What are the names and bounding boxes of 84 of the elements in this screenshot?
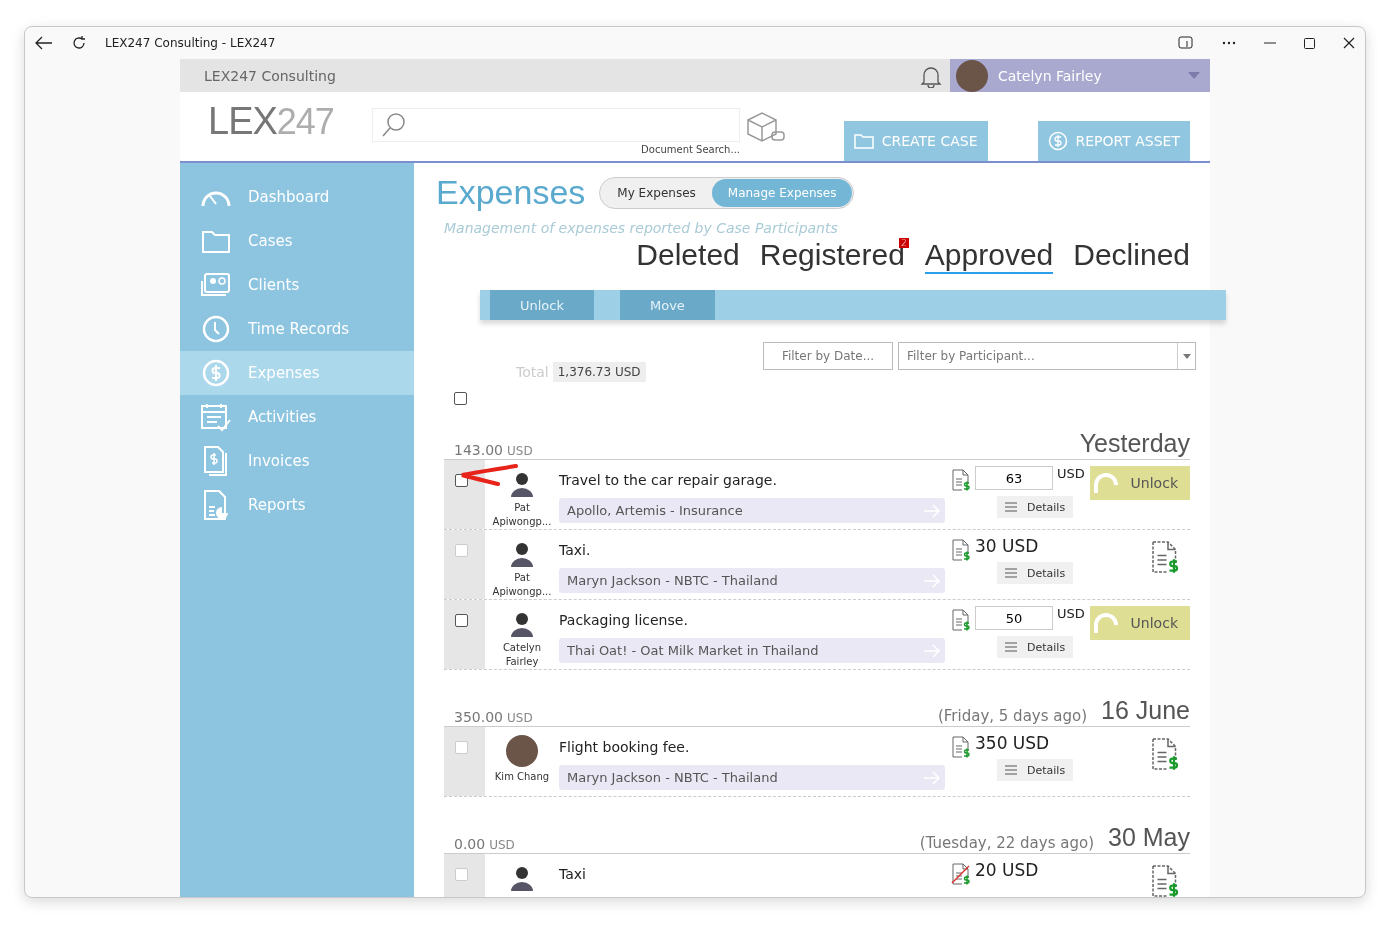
avatar xyxy=(506,735,538,767)
status-tab[interactable]: Approved xyxy=(924,238,1054,274)
invoice-icon xyxy=(202,445,230,477)
maximize-icon[interactable] xyxy=(1304,37,1315,49)
clock-icon xyxy=(201,314,231,344)
group-currency: USD xyxy=(507,444,533,458)
participant-name: Kim Chang xyxy=(494,770,550,784)
menu-icon xyxy=(1005,568,1017,578)
search-icon xyxy=(381,112,407,138)
dollar-icon xyxy=(201,358,231,388)
page-subtitle: Management of expenses reported by Case Participants xyxy=(444,220,839,236)
select-all-checkbox[interactable] xyxy=(454,392,467,405)
avatar xyxy=(956,59,988,92)
unlock-button[interactable]: Unlock xyxy=(1090,606,1190,640)
calendar-icon xyxy=(200,402,232,432)
row-checkbox[interactable] xyxy=(455,614,468,627)
count-badge: 2 xyxy=(899,238,909,248)
relative-date: (Friday, 5 days ago) xyxy=(937,707,1088,725)
close-icon[interactable] xyxy=(1343,37,1355,49)
dollar-icon xyxy=(1047,131,1068,151)
folder-icon xyxy=(201,228,231,254)
case-link[interactable]: Thai Oat! - Oat Milk Market in Thailand xyxy=(559,638,945,663)
menu-icon xyxy=(1005,502,1017,512)
unlock-button[interactable]: Unlock xyxy=(1090,466,1190,500)
currency-label: USD xyxy=(1057,606,1085,621)
date-filter-field[interactable]: Filter by Date... xyxy=(763,342,893,370)
report-icon xyxy=(202,489,230,521)
organization-name: LEX247 Consulting xyxy=(203,67,336,84)
padlock-icon xyxy=(1094,613,1120,633)
group-date: Yesterday xyxy=(1079,429,1190,458)
receipt-icon xyxy=(951,609,971,631)
page-title: Expenses xyxy=(436,173,586,212)
receipt-icon xyxy=(1150,864,1180,897)
window-title: LEX247 Consulting - LEX247 xyxy=(105,36,276,50)
receipt-icon xyxy=(1150,540,1180,574)
participant-name: Pat Apiwongp... xyxy=(492,501,552,529)
receipt-icon xyxy=(951,469,971,491)
status-tab[interactable]: Deleted xyxy=(636,238,740,274)
amount-field[interactable]: 63 xyxy=(975,466,1053,490)
group-currency: USD xyxy=(489,838,515,852)
expense-description: Travel to the car repair garage. xyxy=(559,472,778,490)
menu-icon xyxy=(1005,642,1017,652)
expense-amount: 20 USD xyxy=(975,860,1039,880)
details-button[interactable]: Details xyxy=(997,636,1074,658)
expense-amount: 30 USD xyxy=(975,536,1039,556)
receipt-icon xyxy=(1150,737,1180,771)
participant-name: Pat Apiwongp... xyxy=(492,571,552,599)
no-receipt-icon xyxy=(951,863,971,885)
search-caption: Document Search... xyxy=(641,144,740,155)
total-value: 1,376.73 USD xyxy=(552,362,646,382)
contacts-icon xyxy=(200,271,232,299)
search-field[interactable] xyxy=(372,108,740,142)
padlock-icon xyxy=(1094,473,1120,493)
view-tab[interactable]: My Expenses xyxy=(601,178,712,207)
expense-description: Flight booking fee. xyxy=(559,739,691,757)
group-total: 350.00 xyxy=(454,709,503,725)
menu-icon xyxy=(1005,765,1017,775)
group-date: 16 June xyxy=(1101,696,1190,725)
caret-icon xyxy=(1188,72,1200,79)
group-date: 30 May xyxy=(1108,823,1190,852)
status-tab[interactable]: Declined xyxy=(1073,238,1190,274)
group-total: 0.00 xyxy=(454,836,486,852)
package-icon[interactable] xyxy=(744,109,786,144)
receipt-icon xyxy=(951,736,971,758)
expense-description: Taxi xyxy=(559,866,587,884)
more-icon[interactable] xyxy=(1222,41,1236,45)
folder-icon xyxy=(853,133,874,149)
currency-label: USD xyxy=(1057,466,1085,481)
expense-description: Taxi. xyxy=(559,542,592,560)
back-icon[interactable] xyxy=(35,36,53,50)
logo: LEX247 xyxy=(207,100,335,144)
receipt-icon xyxy=(951,539,971,561)
app-icon[interactable] xyxy=(1178,36,1194,50)
participant-name: Catelyn Fairley xyxy=(502,641,542,669)
group-total: 143.00 xyxy=(454,442,503,458)
group-currency: USD xyxy=(507,711,533,725)
details-button[interactable]: Details xyxy=(997,496,1074,518)
amount-field[interactable]: 50 xyxy=(975,606,1053,630)
refresh-icon[interactable] xyxy=(71,35,87,51)
caret-icon xyxy=(1182,353,1191,359)
expense-description: Packaging license. xyxy=(559,612,689,630)
relative-date: (Tuesday, 22 days ago) xyxy=(919,834,1094,852)
expense-amount: 350 USD xyxy=(975,733,1050,753)
case-link[interactable]: Apollo, Artemis - Insurance xyxy=(559,498,945,523)
